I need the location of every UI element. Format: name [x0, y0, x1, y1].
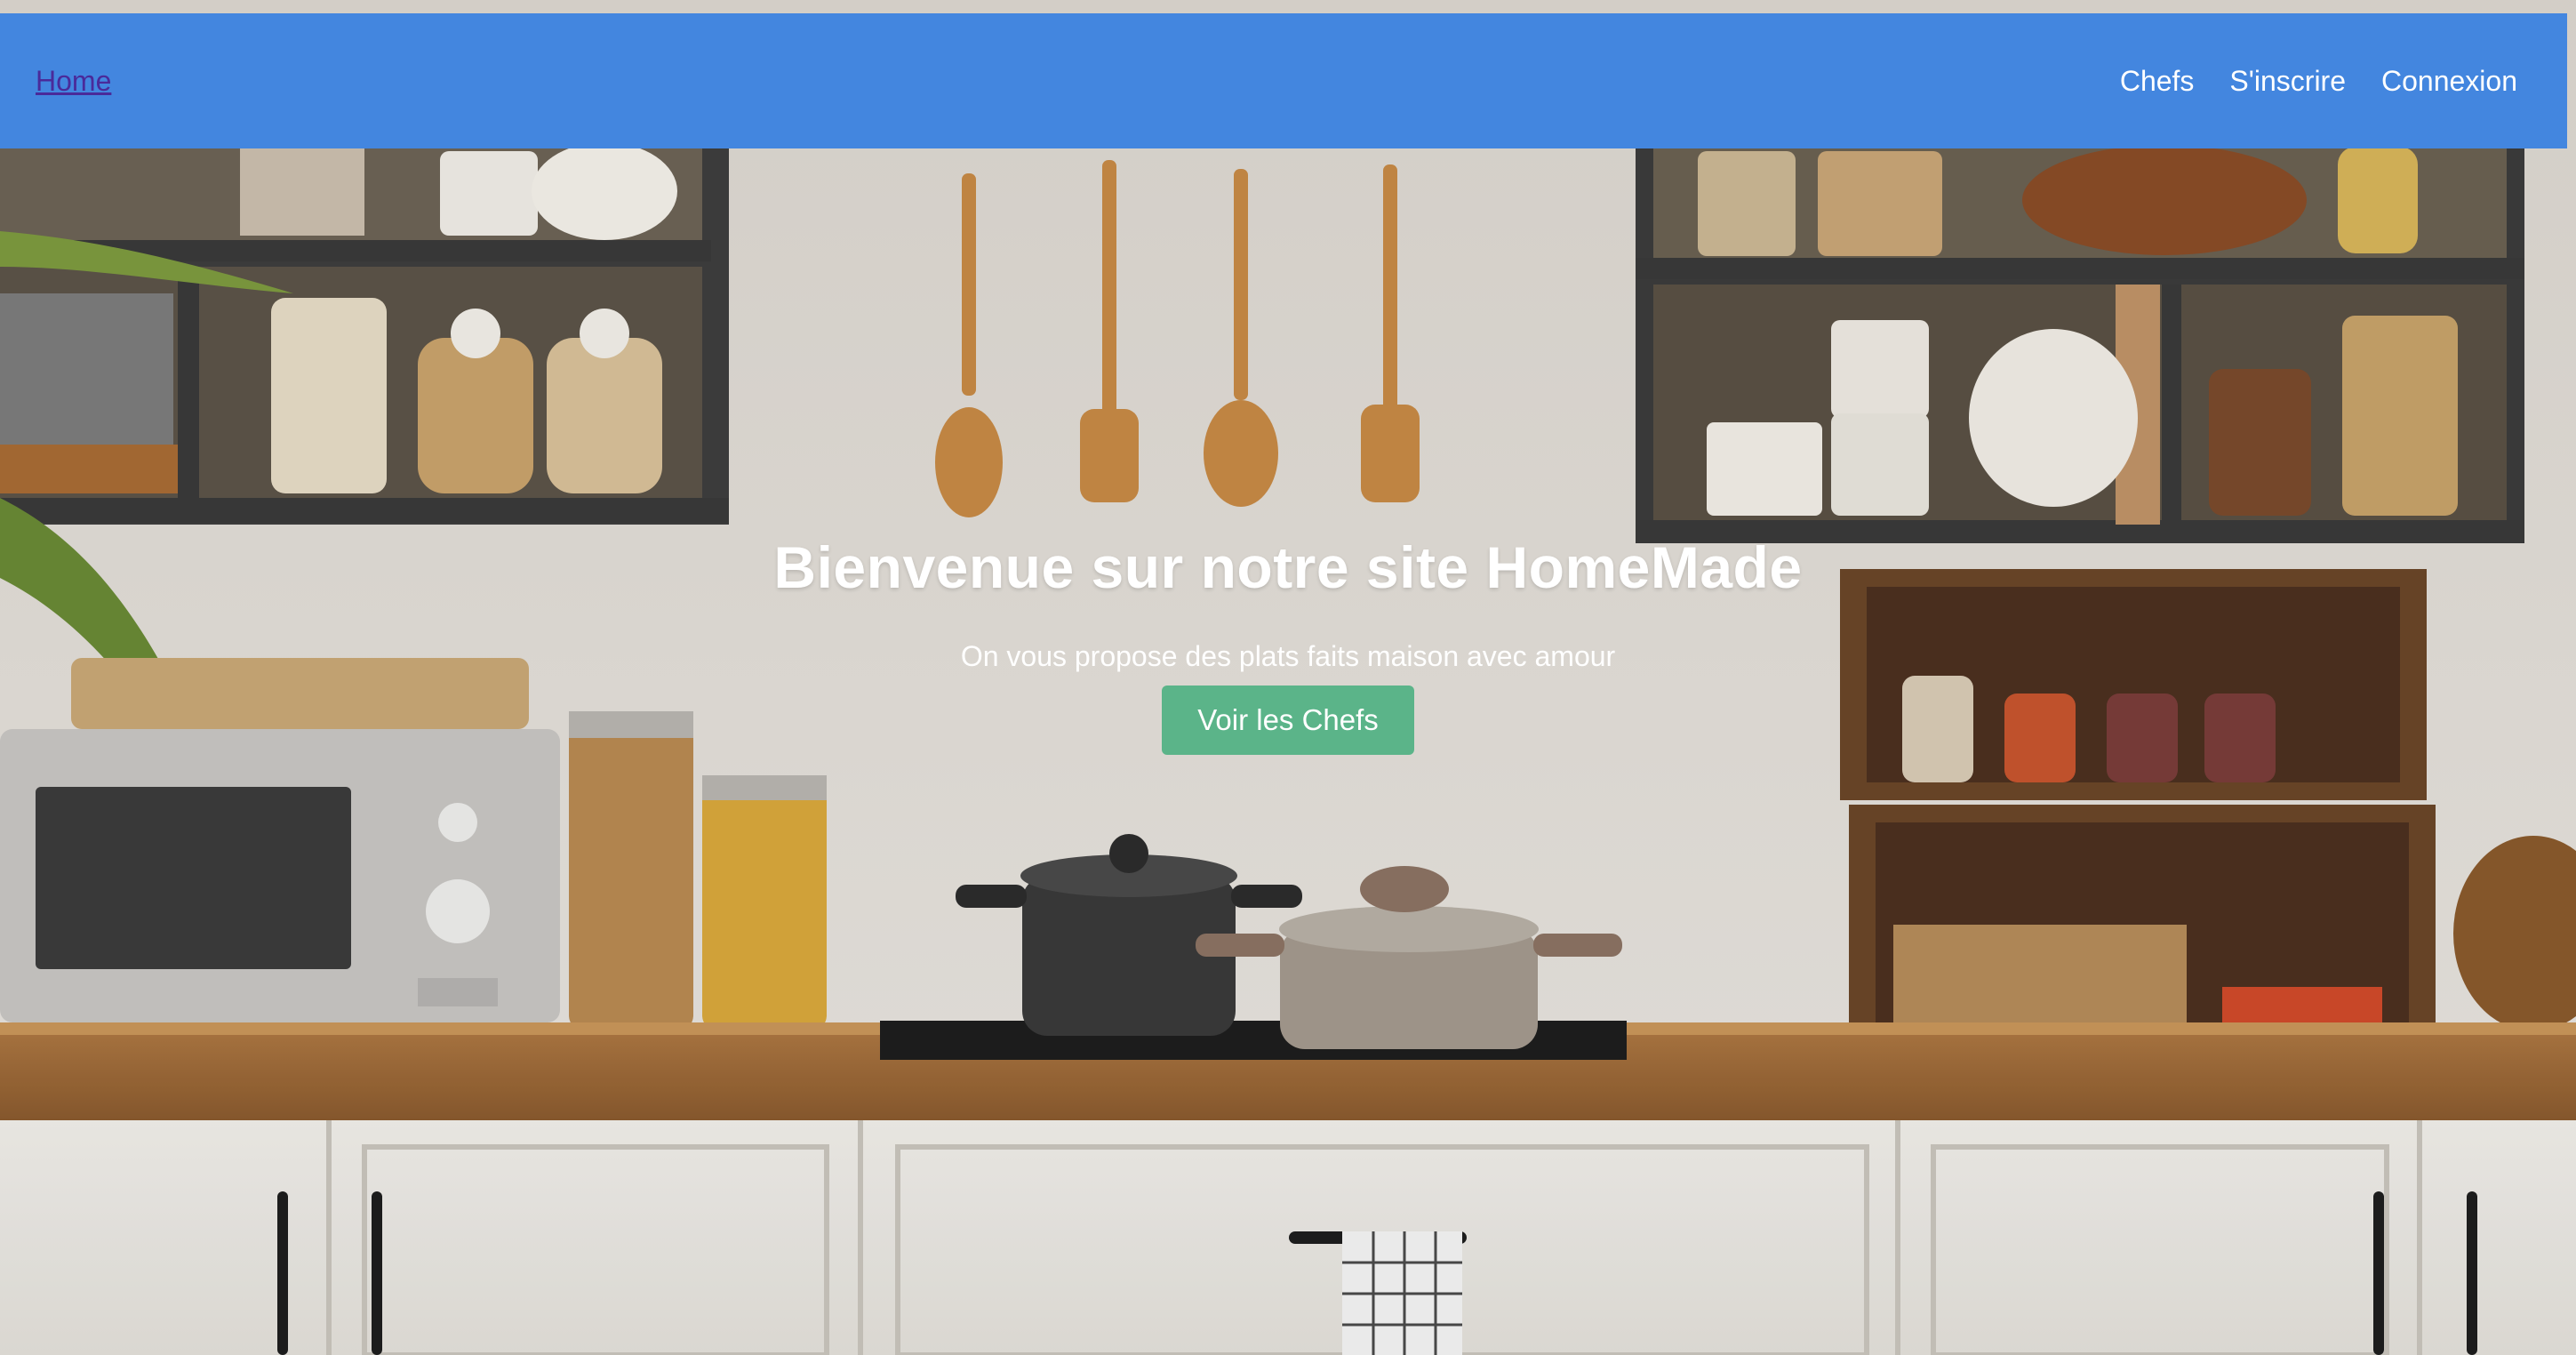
nav-link-connexion[interactable]: Connexion [2381, 65, 2517, 98]
navbar: Home Chefs S'inscrire Connexion [0, 13, 2567, 148]
nav-home-link[interactable]: Home [36, 65, 111, 98]
nav-link-chefs[interactable]: Chefs [2120, 65, 2195, 98]
hero-subtitle: On vous propose des plats faits maison a… [960, 640, 1616, 672]
nav-link-sinscrire[interactable]: S'inscrire [2229, 65, 2346, 98]
hero-title: Bienvenue sur notre site HomeMade [773, 534, 1803, 600]
view-chefs-button[interactable]: Voir les Chefs [1162, 686, 1414, 755]
nav-links: Chefs S'inscrire Connexion [2120, 65, 2532, 98]
hero-section: Bienvenue sur notre site HomeMade On vou… [0, 533, 2576, 755]
